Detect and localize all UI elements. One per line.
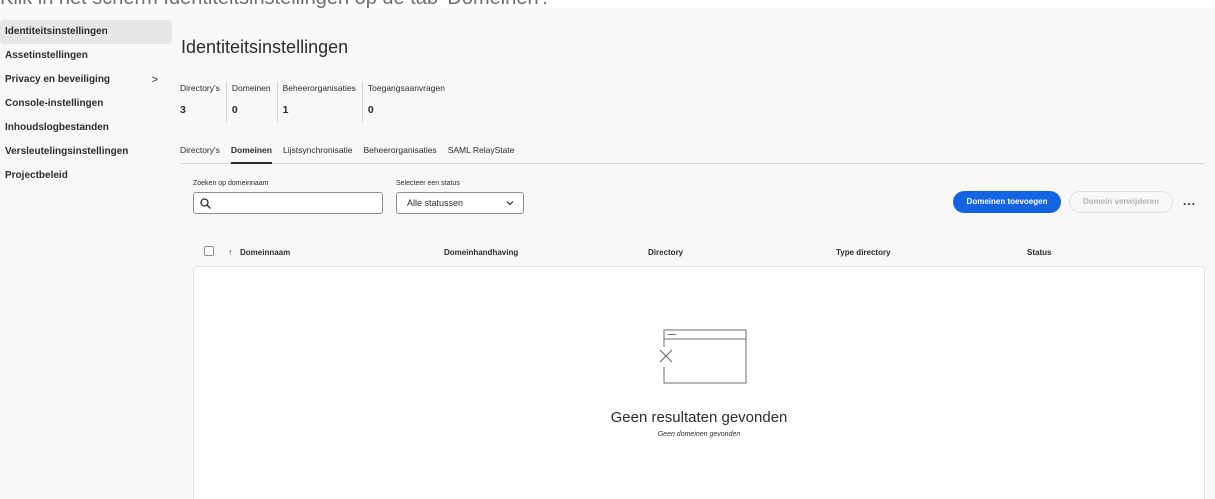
sidebar-item-label: Projectbeleid xyxy=(5,170,68,181)
app-window: Identiteitsinstellingen Assetinstellinge… xyxy=(0,8,1215,499)
sidebar-item-label: Identiteitsinstellingen xyxy=(5,26,108,37)
sidebar-item-label: Console-instellingen xyxy=(5,98,104,109)
sort-ascending-icon[interactable]: ↑ xyxy=(228,247,233,257)
stat-trustees: Beheerorganisaties 1 xyxy=(276,82,362,122)
empty-window-icon xyxy=(657,329,747,384)
sidebar-item-console-instellingen[interactable]: Console-instellingen xyxy=(0,92,172,116)
column-header-type-directory: Type directory xyxy=(836,248,891,257)
stat-label: Directory's xyxy=(180,83,220,93)
main-content: Identiteitsinstellingen Directory's 3 Do… xyxy=(180,8,1215,499)
column-header-domeinnaam[interactable]: Domeinnaam xyxy=(240,248,290,257)
sidebar-item-label: Privacy en beveiliging xyxy=(5,74,111,85)
stats-bar: Directory's 3 Domeinen 0 Beheerorganisat… xyxy=(180,82,451,122)
table-body: Geen resultaten gevonden Geen domeinen g… xyxy=(193,266,1205,499)
sidebar-item-label: Assetinstellingen xyxy=(5,50,88,61)
page-title: Identiteitsinstellingen xyxy=(181,37,349,57)
status-label: Selecteer een status xyxy=(396,180,460,187)
stat-domains: Domeinen 0 xyxy=(225,82,277,122)
sidebar-item-projectbeleid[interactable]: Projectbeleid xyxy=(0,164,172,188)
tab-lijstsynchronisatie[interactable]: Lijstsynchronisatie xyxy=(283,140,352,163)
search-icon xyxy=(200,198,211,209)
sidebar: Identiteitsinstellingen Assetinstellinge… xyxy=(0,20,172,188)
search-input[interactable] xyxy=(216,195,376,211)
tab-domeinen[interactable]: Domeinen xyxy=(230,140,273,164)
stat-value: 3 xyxy=(180,104,186,116)
stat-access-requests: Toegangsaanvragen 0 xyxy=(361,82,451,122)
empty-state-title: Geen resultaten gevonden xyxy=(610,409,788,426)
column-header-status: Status xyxy=(1027,248,1052,257)
stat-label: Toegangsaanvragen xyxy=(367,83,445,93)
column-header-domeinhandhaving: Domeinhandhaving xyxy=(444,248,519,257)
sidebar-item-inhoudslogbestanden[interactable]: Inhoudslogbestanden xyxy=(0,116,172,140)
stat-value: 1 xyxy=(282,104,289,116)
instruction-text: Klik in het scherm Identiteitsinstelling… xyxy=(0,0,548,8)
stat-directories: Directory's 3 xyxy=(180,82,226,122)
chevron-right-icon: > xyxy=(151,74,158,86)
stat-value: 0 xyxy=(231,104,238,116)
sidebar-item-versleutelingsinstellingen[interactable]: Versleutelingsinstellingen xyxy=(0,140,172,164)
more-options-icon[interactable]: ... xyxy=(1183,194,1196,208)
search-label: Zoeken op domeinnaam xyxy=(193,180,269,187)
remove-domain-button: Domein verwijderen xyxy=(1069,191,1173,213)
sidebar-item-identiteitsinstellingen[interactable]: Identiteitsinstellingen xyxy=(0,20,172,44)
sidebar-item-assetinstellingen[interactable]: Assetinstellingen xyxy=(0,44,172,68)
table-header: ↑ Domeinnaam Domeinhandhaving Directory … xyxy=(193,242,1205,266)
status-select[interactable]: Alle statussen xyxy=(396,192,524,214)
tab-saml-relaystate[interactable]: SAML RelayState xyxy=(448,140,515,163)
select-all-checkbox[interactable] xyxy=(204,246,214,256)
stat-value: 0 xyxy=(367,104,374,116)
stat-label: Domeinen xyxy=(231,83,271,93)
stat-label: Beheerorganisaties xyxy=(282,83,356,93)
search-field[interactable] xyxy=(193,192,383,214)
status-select-value: Alle statussen xyxy=(407,198,464,208)
empty-state-subtitle: Geen domeinen gevonden xyxy=(657,431,741,438)
add-domains-button[interactable]: Domeinen toevoegen xyxy=(953,191,1061,213)
sidebar-item-label: Inhoudslogbestanden xyxy=(5,122,109,133)
sidebar-item-privacy-en-beveiliging[interactable]: Privacy en beveiliging > xyxy=(0,68,172,92)
sidebar-item-label: Versleutelingsinstellingen xyxy=(5,146,129,157)
tab-directories[interactable]: Directory's xyxy=(180,140,220,163)
tab-bar: Directory's Domeinen Lijstsynchronisatie… xyxy=(180,140,1205,164)
tab-beheerorganisaties[interactable]: Beheerorganisaties xyxy=(363,140,436,163)
column-header-directory: Directory xyxy=(648,248,684,257)
chevron-down-icon xyxy=(506,201,514,206)
